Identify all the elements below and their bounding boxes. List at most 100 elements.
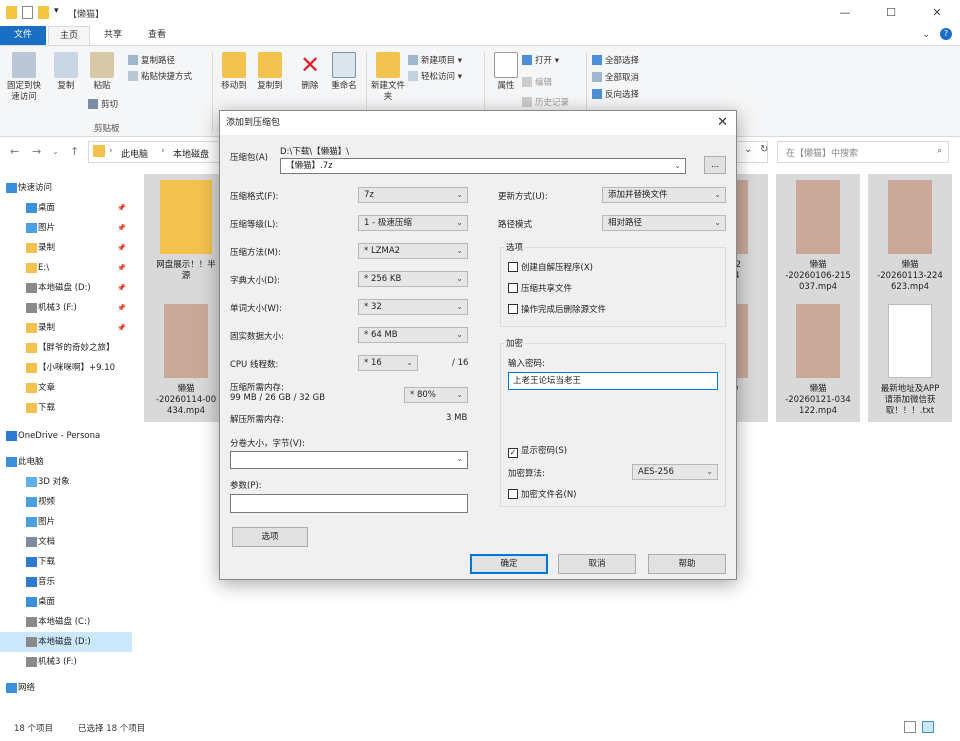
nav-item[interactable]: 图片 📌 [0,218,132,238]
solid-select[interactable]: * 64 MB ⌄ [358,327,468,343]
nav-item-label: 图片 [38,223,56,233]
nav-item[interactable]: OneDrive - Persona [0,426,132,446]
new-folder-icon[interactable] [38,6,49,19]
large-icons-view-icon[interactable] [922,721,934,733]
nav-item[interactable]: 机械3 (F:) [0,652,132,672]
nav-item[interactable]: 图片 [0,512,132,532]
close-button[interactable]: ✕ [914,0,960,26]
word-select[interactable]: * 32 ⌄ [358,299,468,315]
copy-path-button[interactable]: 复制路径 [128,54,175,68]
params-input[interactable] [230,494,468,513]
select-none-button[interactable]: 全部取消 [592,71,639,85]
encrypt-names-checkbox[interactable]: 加密文件名(N) [508,488,577,500]
password-input[interactable]: 上老王论坛当老王 [508,372,718,390]
address-dropdown-icon[interactable]: ⌄ [744,144,752,155]
split-size-combo[interactable]: ⌄ [230,451,468,469]
show-password-checkbox[interactable]: ✓ 显示密码(S) [508,444,567,458]
format-select[interactable]: 7z ⌄ [358,187,468,203]
tab-share[interactable]: 共享 [92,26,134,45]
paste-shortcut-button[interactable]: 粘贴快捷方式 [128,70,192,84]
ok-button[interactable]: 确定 [470,554,548,574]
rename-button[interactable]: 重命名 [324,46,364,92]
help-icon[interactable]: ? [940,28,952,40]
browse-button[interactable]: ... [704,156,726,174]
file-item[interactable]: 最新地址及APP 请添加微信获 取！！！.txt [868,298,952,422]
easy-access-button[interactable]: 轻松访问 ▾ [408,70,462,84]
nav-item[interactable]: 下载 [0,398,132,418]
minimize-button[interactable]: — [822,0,868,26]
forward-arrow-icon[interactable]: → [32,145,41,158]
nav-item[interactable]: 【胖爷的奇妙之旅】 [0,338,132,358]
nav-item[interactable]: 录制 📌 [0,318,132,338]
search-input[interactable]: 在【懒猫】中搜索 ⌕ [777,141,949,163]
up-arrow-icon[interactable]: ↑ [70,145,79,158]
archive-name-combo[interactable]: 【懒猫】.7z ⌄ [280,158,686,174]
select-all-button[interactable]: 全部选择 [592,54,639,68]
delete-after-checkbox[interactable]: 操作完成后删除源文件 [508,303,606,315]
details-view-icon[interactable] [904,721,916,733]
nav-item[interactable]: 本地磁盘 (C:) [0,612,132,632]
new-folder-icon [376,52,400,78]
dialog-close-button[interactable]: ✕ [717,111,728,135]
breadcrumb-this-pc[interactable]: 此电脑 [121,147,148,160]
file-item[interactable]: 网盘展示！！半 源 [144,174,228,298]
properties-icon[interactable] [22,6,33,19]
nav-item[interactable]: 本地磁盘 (D:) [0,632,132,652]
file-item[interactable]: 懒猫 -20260114-00 434.mp4 [144,298,228,422]
nav-item[interactable]: 机械3 (F:) 📌 [0,298,132,318]
file-item[interactable]: 懒猫 -20260121-034 122.mp4 [776,298,860,422]
create-sfx-checkbox[interactable]: 创建自解压程序(X) [508,261,593,273]
nav-item[interactable]: 录制 📌 [0,238,132,258]
edit-button[interactable]: 编辑 [522,76,552,90]
nav-item[interactable]: 【小咪咪啊】+9.10 [0,358,132,378]
nav-item[interactable]: 文章 [0,378,132,398]
update-select[interactable]: 添加并替换文件 ⌄ [602,187,726,203]
new-item-button[interactable]: 新建项目 ▾ [408,54,462,68]
tab-view[interactable]: 查看 [136,26,178,45]
customize-quick-access-icon[interactable]: ▾ [54,6,59,16]
cancel-button[interactable]: 取消 [558,554,636,574]
help-button[interactable]: 帮助 [648,554,726,574]
nav-item[interactable]: 下载 [0,552,132,572]
nav-item[interactable]: 桌面 [0,592,132,612]
history-button[interactable]: 历史记录 [522,96,569,110]
nav-item[interactable]: 此电脑 [0,452,132,472]
new-folder-button[interactable]: 新建文件夹 [368,46,408,103]
nav-item[interactable]: 文档 [0,532,132,552]
nav-item[interactable]: 3D 对象 [0,472,132,492]
nav-item[interactable]: 音乐 [0,572,132,592]
cut-button[interactable]: 剪切 [88,98,118,112]
tab-home[interactable]: 主页 [48,26,90,45]
maximize-button[interactable]: ☐ [868,0,914,26]
copy-button[interactable]: 复制 [46,46,86,92]
nav-item[interactable]: E:\ 📌 [0,258,132,278]
nav-item[interactable]: 本地磁盘 (D:) 📌 [0,278,132,298]
enc-method-select[interactable]: AES-256 ⌄ [632,464,718,480]
compress-shared-checkbox[interactable]: 压缩共享文件 [508,282,572,294]
mem-pct-select[interactable]: * 80% ⌄ [404,387,468,403]
paste-button[interactable]: 粘贴 [82,46,122,92]
back-arrow-icon[interactable]: ← [10,145,19,158]
copy-to-button[interactable]: 复制到 [250,46,290,92]
method-select[interactable]: * LZMA2 ⌄ [358,243,468,259]
recent-locations-icon[interactable]: ⌄ [52,147,59,156]
nav-item[interactable]: 快速访问 [0,178,132,198]
properties-button[interactable]: 属性 [486,46,526,92]
options-button[interactable]: 选项 [232,527,308,547]
pin-quick-access-button[interactable]: 固定到快速访问 [4,46,44,103]
file-item[interactable]: 懒猫 -20260113-224 623.mp4 [868,174,952,298]
breadcrumb-local-disk[interactable]: 本地磁盘 [173,147,209,160]
ribbon-collapse-icon[interactable]: ⌄ [922,29,930,40]
move-to-button[interactable]: 移动到 [214,46,254,92]
level-select[interactable]: 1 - 极速压缩 ⌄ [358,215,468,231]
cpu-select[interactable]: * 16 ⌄ [358,355,418,371]
dict-select[interactable]: * 256 KB ⌄ [358,271,468,287]
nav-item[interactable]: 桌面 📌 [0,198,132,218]
open-button[interactable]: 打开 ▾ [522,54,559,68]
nav-item[interactable]: 网络 [0,678,132,698]
invert-selection-button[interactable]: 反向选择 [592,88,639,102]
file-item[interactable]: 懒猫 -20260106-215 037.mp4 [776,174,860,298]
refresh-icon[interactable]: ↻ [760,144,768,155]
nav-item[interactable]: 视频 [0,492,132,512]
path-mode-select[interactable]: 相对路径 ⌄ [602,215,726,231]
